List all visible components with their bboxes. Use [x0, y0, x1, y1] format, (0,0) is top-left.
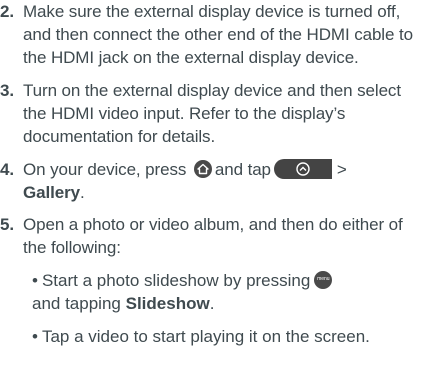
- home-icon: [193, 160, 212, 178]
- launch-bar-icon: [273, 159, 332, 179]
- step-number: 4.: [0, 160, 14, 179]
- step-text: Make sure the external display device is…: [23, 2, 413, 67]
- bullet: •: [32, 271, 38, 290]
- step-number: 3.: [0, 81, 14, 100]
- gallery-label: Gallery: [23, 183, 80, 202]
- instruction-page: 2. Make sure the external display device…: [0, 0, 422, 386]
- step-4: 4. On your device, press and tap > Gallery…: [0, 158, 422, 204]
- arrow-separator: >: [336, 160, 347, 179]
- step-2: 2. Make sure the external display device…: [0, 0, 422, 69]
- bullet: •: [32, 327, 38, 346]
- sub-item-text: and tapping: [32, 294, 121, 313]
- sub-item-slideshow: • Start a photo slideshow by pressing menu…: [0, 269, 422, 315]
- step-3: 3. Turn on the external display device a…: [0, 79, 422, 148]
- sub-item-text: Start a photo slideshow by pressing: [41, 271, 311, 290]
- step-5: 5. Open a photo or video album, and then…: [0, 213, 422, 259]
- step-text: and tap: [214, 160, 271, 179]
- step-text-end: .: [79, 183, 85, 202]
- menu-icon: menu: [314, 271, 333, 289]
- menu-icon-label: menu: [317, 276, 330, 282]
- step-text: On your device, press: [23, 160, 187, 179]
- step-text: Turn on the external display device and …: [23, 81, 401, 146]
- sub-item-text: Tap a video to start playing it on the s…: [41, 327, 370, 346]
- sub-item-video: • Tap a video to start playing it on the …: [0, 325, 422, 348]
- step-number: 5.: [0, 215, 14, 234]
- slideshow-label: Slideshow: [125, 294, 210, 313]
- step-text: Open a photo or video album, and then do…: [23, 215, 403, 257]
- step-number: 2.: [0, 2, 14, 21]
- sub-item-text-end: .: [209, 294, 215, 313]
